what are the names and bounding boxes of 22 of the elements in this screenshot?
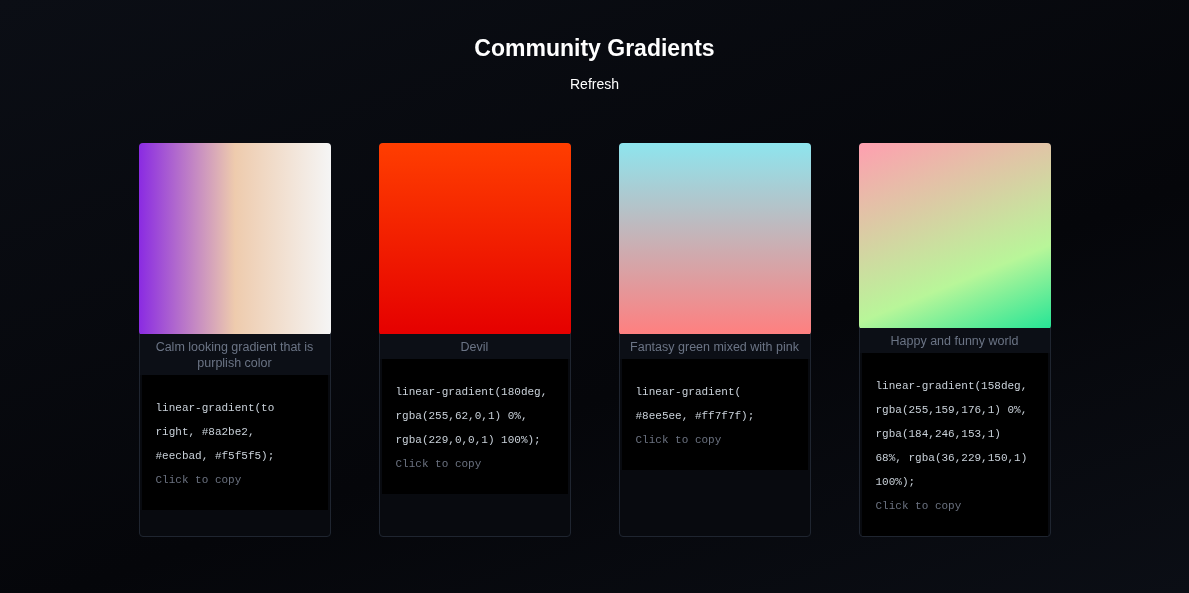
gradient-code: linear-gradient(to right, #8a2be2, #eecbad, #f5f5f5);: [155, 401, 276, 464]
code-block[interactable]: linear-gradient(180deg, rgba(255,62,0,1) 0%, rgba(229,0,0,1) 100%); Click to copy: [381, 359, 568, 494]
copy-hint: Click to copy: [875, 499, 963, 514]
gradient-description: Fantasy green mixed with pink: [619, 334, 810, 359]
page-title: Community Gradients: [474, 34, 715, 63]
gradient-code: linear-gradient(180deg, rgba(255,62,0,1) 0%, rgba(229,0,0,1) 100%);: [395, 385, 549, 448]
copy-hint: Click to copy: [395, 457, 483, 472]
gradient-description: Devil: [379, 334, 570, 359]
copy-hint: Click to copy: [155, 473, 243, 488]
gradient-swatch[interactable]: [378, 143, 571, 335]
refresh-button[interactable]: Refresh: [570, 75, 619, 93]
gradient-description: Happy and funny world: [859, 328, 1050, 353]
code-block[interactable]: linear-gradient(158deg, rgba(255,159,176,1) 0%, rgba(184,246,153,1) 68%, rgba(36,229,150,1) 100%); Click to copy: [861, 353, 1048, 536]
gradient-description: Calm looking gradient that is purplish color: [139, 334, 330, 375]
gradient-swatch[interactable]: [618, 143, 811, 335]
copy-hint: Click to copy: [635, 433, 723, 448]
gradient-code: linear-gradient( #8ee5ee, #ff7f7f);: [635, 385, 756, 424]
gradient-swatch[interactable]: [858, 143, 1051, 329]
code-block[interactable]: linear-gradient( #8ee5ee, #ff7f7f); Click to copy: [621, 359, 808, 470]
gradient-swatch[interactable]: [138, 143, 331, 335]
gradient-code: linear-gradient(158deg, rgba(255,159,176,1) 0%, rgba(184,246,153,1) 68%, rgba(36,229,150,1) 100%);: [875, 379, 1029, 490]
code-block[interactable]: linear-gradient(to right, #8a2be2, #eecbad, #f5f5f5); Click to copy: [141, 375, 328, 510]
